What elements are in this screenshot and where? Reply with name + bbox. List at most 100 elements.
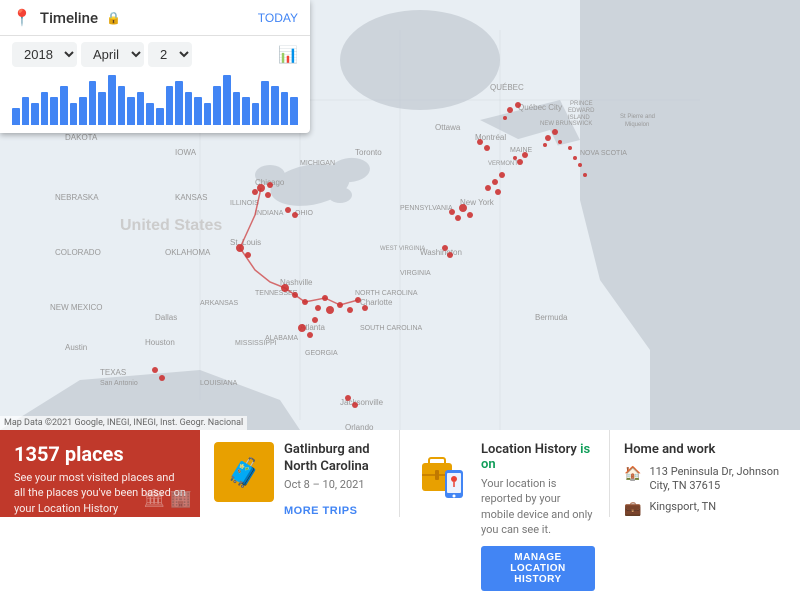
more-trips-button[interactable]: MORE TRIPS	[284, 505, 357, 517]
chart-bar	[213, 86, 221, 125]
work-location: Kingsport, TN	[649, 500, 716, 514]
chart-bar	[70, 103, 78, 125]
svg-text:PRINCE: PRINCE	[570, 101, 593, 107]
trip-image: 🧳	[214, 442, 274, 502]
map-attribution: Map Data ©2021 Google, INEGI, INEGI, Ins…	[0, 416, 247, 430]
chart-bar	[233, 92, 241, 125]
svg-text:ILLINOIS: ILLINOIS	[230, 200, 259, 207]
home-icon: 🏠	[624, 466, 641, 482]
month-select[interactable]: April	[81, 42, 144, 67]
svg-text:QUÉBEC: QUÉBEC	[490, 83, 524, 92]
year-select[interactable]: 2018	[12, 42, 77, 67]
svg-text:NORTH CAROLINA: NORTH CAROLINA	[355, 290, 418, 297]
svg-text:PENNSYLVANIA: PENNSYLVANIA	[400, 205, 453, 212]
location-pin-icon: 📍	[12, 8, 32, 27]
today-button[interactable]: TODAY	[258, 11, 298, 25]
home-address: 113 Peninsula Dr, Johnson City, TN 37615	[649, 465, 786, 494]
location-history-description: Your location is reported by your mobile…	[481, 476, 595, 538]
svg-text:San Antonio: San Antonio	[100, 380, 138, 387]
lock-icon: 🔒	[106, 11, 121, 25]
timeline-panel: 📍 Timeline 🔒 TODAY 2018 April 2 📊	[0, 0, 310, 133]
location-history-info: Location History is on Your location is …	[481, 442, 595, 505]
chart-bar	[166, 86, 174, 125]
date-selectors: 2018 April 2 📊	[0, 36, 310, 73]
svg-text:IOWA: IOWA	[175, 148, 197, 157]
chart-bar	[146, 103, 154, 125]
svg-text:WEST VIRGINIA: WEST VIRGINIA	[380, 246, 425, 252]
svg-text:Québec City: Québec City	[518, 103, 562, 112]
location-history-title: Location History is on	[481, 442, 595, 472]
chart-bar	[156, 108, 164, 125]
svg-text:NEW BRUNSWICK: NEW BRUNSWICK	[540, 121, 592, 127]
chart-bar	[252, 103, 260, 125]
svg-text:LOUISIANA: LOUISIANA	[200, 380, 238, 387]
chart-bar	[89, 81, 97, 125]
chart-bar	[50, 97, 58, 125]
svg-text:GEORGIA: GEORGIA	[305, 350, 338, 357]
bottom-cards: 1357 places See your most visited places…	[0, 430, 800, 517]
svg-text:St. Louis: St. Louis	[230, 238, 261, 247]
places-count: 1357 places	[14, 442, 186, 466]
svg-text:Dallas: Dallas	[155, 313, 177, 322]
chart-bar	[175, 81, 183, 125]
chart-bar	[108, 75, 116, 125]
chart-bar	[261, 81, 269, 125]
chart-bar	[22, 97, 30, 125]
timeline-title: Timeline	[40, 9, 98, 27]
day-select[interactable]: 2	[148, 42, 192, 67]
chart-bar	[194, 97, 202, 125]
chart-bar	[12, 108, 20, 125]
svg-text:ARKANSAS: ARKANSAS	[200, 300, 238, 307]
timeline-header: 📍 Timeline 🔒 TODAY	[0, 0, 310, 36]
svg-text:Houston: Houston	[145, 338, 175, 347]
svg-text:NEBRASKA: NEBRASKA	[55, 193, 99, 202]
location-history-icon	[414, 442, 469, 502]
svg-text:MICHIGAN: MICHIGAN	[300, 160, 335, 167]
chart-icon-button[interactable]: 📊	[278, 45, 298, 65]
trip-date: Oct 8 – 10, 2021	[284, 478, 385, 491]
timeline-title-group: 📍 Timeline 🔒	[12, 8, 121, 27]
card-home-work: Home and work 🏠 113 Peninsula Dr, Johnso…	[610, 430, 800, 517]
svg-text:EDWARD: EDWARD	[568, 108, 595, 114]
work-icon: 💼	[624, 501, 641, 517]
svg-text:Ottawa: Ottawa	[435, 123, 461, 132]
chart-bar	[137, 92, 145, 125]
svg-text:TENNESSEE: TENNESSEE	[255, 290, 298, 297]
places-icons: 🏛 🏢	[143, 488, 192, 509]
manage-location-history-button[interactable]: MANAGE LOCATION HISTORY	[481, 546, 595, 591]
svg-text:OKLAHOMA: OKLAHOMA	[165, 248, 211, 257]
svg-text:United States: United States	[120, 217, 222, 234]
svg-text:St Pierre and: St Pierre and	[620, 114, 655, 120]
chart-bar	[41, 92, 49, 125]
home-work-title: Home and work	[624, 442, 786, 457]
chart-bar	[185, 92, 193, 125]
chart-bar	[271, 86, 279, 125]
svg-text:Austin: Austin	[65, 343, 87, 352]
chart-bar	[127, 97, 135, 125]
chart-bar	[281, 92, 289, 125]
card-places[interactable]: 1357 places See your most visited places…	[0, 430, 200, 517]
card-trip: 🧳 Gatlinburg and North Carolina Oct 8 – …	[200, 430, 400, 517]
svg-text:KANSAS: KANSAS	[175, 193, 207, 202]
svg-text:INDIANA: INDIANA	[255, 210, 284, 217]
chart-bar	[118, 86, 126, 125]
svg-text:TEXAS: TEXAS	[100, 368, 126, 377]
svg-text:ISLAND: ISLAND	[568, 115, 590, 121]
svg-text:NEW MEXICO: NEW MEXICO	[50, 303, 102, 312]
svg-text:VIRGINIA: VIRGINIA	[400, 270, 431, 277]
chart-bar	[98, 92, 106, 125]
svg-text:Miquelon: Miquelon	[625, 122, 649, 128]
svg-text:Orlando: Orlando	[345, 423, 374, 430]
chart-bar	[60, 86, 68, 125]
chart-bar	[242, 97, 250, 125]
home-item: 🏠 113 Peninsula Dr, Johnson City, TN 376…	[624, 465, 786, 494]
svg-text:COLORADO: COLORADO	[55, 248, 101, 257]
svg-text:Bermuda: Bermuda	[535, 313, 568, 322]
svg-text:DAKOTA: DAKOTA	[65, 133, 98, 142]
map-container[interactable]: DAKOTA SOUTH DAKOTA NEBRASKA COLORADO NE…	[0, 0, 800, 430]
chart-bar	[204, 103, 212, 125]
svg-text:VERMONT: VERMONT	[488, 161, 518, 167]
card-location-history: Location History is on Your location is …	[400, 430, 610, 517]
svg-text:ALABAMA: ALABAMA	[265, 335, 298, 342]
trip-title: Gatlinburg and North Carolina	[284, 442, 385, 476]
